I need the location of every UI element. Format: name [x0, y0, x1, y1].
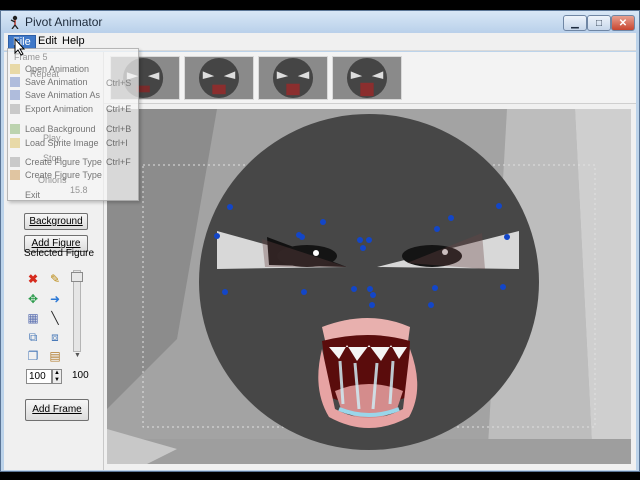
selected-figure-label: Selected Figure: [24, 248, 95, 259]
size-slider-track[interactable]: [73, 270, 81, 352]
frames-timeline: [104, 52, 636, 104]
maximize-icon: □: [595, 17, 603, 29]
minimize-button[interactable]: ▁: [563, 15, 587, 31]
animation-canvas[interactable]: [107, 109, 631, 464]
menu-save-animation-as[interactable]: Save Animation As: [8, 89, 138, 102]
save-as-icon: [10, 90, 20, 100]
menu-export-animation[interactable]: Export Animation Ctrl+E: [8, 103, 138, 116]
window-title: Pivot Animator: [25, 15, 103, 29]
slider-down-arrow-icon: ▼: [74, 352, 81, 359]
pivot-app-icon: [10, 15, 19, 29]
minimize-icon: ▁: [571, 17, 579, 29]
image-icon: [10, 124, 20, 134]
save-icon: [10, 77, 20, 87]
pencil-icon[interactable]: ✎: [48, 272, 62, 286]
add-frame-button[interactable]: Add Frame: [25, 399, 89, 421]
paste-icon[interactable]: ⧈: [48, 330, 62, 344]
size-label: 100: [72, 370, 89, 381]
close-button[interactable]: ✕: [611, 15, 635, 31]
menu-help[interactable]: Help: [58, 35, 89, 49]
menu-edit-figure-type[interactable]: Create Figure Type: [8, 169, 138, 182]
size-input[interactable]: 100: [26, 369, 52, 384]
sprite-icon: [10, 138, 20, 148]
export-icon: [10, 104, 20, 114]
frame-thumbnail-2[interactable]: [184, 56, 254, 100]
title-bar[interactable]: Pivot Animator ▁ □ ✕: [1, 11, 639, 33]
menu-edit[interactable]: Edit: [34, 35, 61, 49]
scene-svg: [107, 109, 631, 464]
maximize-button[interactable]: □: [587, 15, 611, 31]
copy-icon[interactable]: ⧉: [26, 330, 40, 344]
figure-icon: [10, 157, 20, 167]
menu-exit[interactable]: Exit: [8, 189, 138, 202]
spin-down-icon: ▼: [54, 377, 60, 383]
flip-arrow-icon[interactable]: ➜: [48, 292, 62, 306]
menu-save-animation[interactable]: Save Animation: [8, 76, 138, 89]
menu-open-animation[interactable]: Open Animation: [8, 63, 138, 76]
join-icon[interactable]: ▦: [26, 311, 40, 325]
file-menu-dropdown: Frame 5 Repeat Ctrl+S Play Stop Onions 1…: [7, 48, 139, 201]
clipboard-icon[interactable]: ▤: [48, 349, 62, 363]
close-icon: ✕: [618, 17, 628, 29]
edit-figure-icon: [10, 170, 20, 180]
menu-load-background[interactable]: Load Background Ctrl+B: [8, 123, 138, 136]
menu-create-figure-type[interactable]: Create Figure Type Ctrl+F: [8, 156, 138, 169]
arrows-icon[interactable]: ✥: [26, 292, 40, 306]
background-button[interactable]: Background: [24, 213, 88, 230]
menu-load-sprite-image[interactable]: Load Sprite Image Ctrl+I: [8, 137, 138, 150]
red-x-icon[interactable]: ✖: [26, 272, 40, 286]
folder-icon: [10, 64, 20, 74]
frame-thumbnail-3[interactable]: [258, 56, 328, 100]
duplicate-icon[interactable]: ❐: [26, 349, 40, 363]
size-spinner[interactable]: ▲ ▼: [52, 369, 62, 384]
mouse-cursor-icon: [14, 38, 26, 56]
size-slider-thumb[interactable]: [71, 272, 83, 282]
spin-up-icon: ▲: [54, 370, 60, 376]
frame-thumbnail-4[interactable]: [332, 56, 402, 100]
line-segment-icon[interactable]: ╲: [48, 311, 62, 325]
